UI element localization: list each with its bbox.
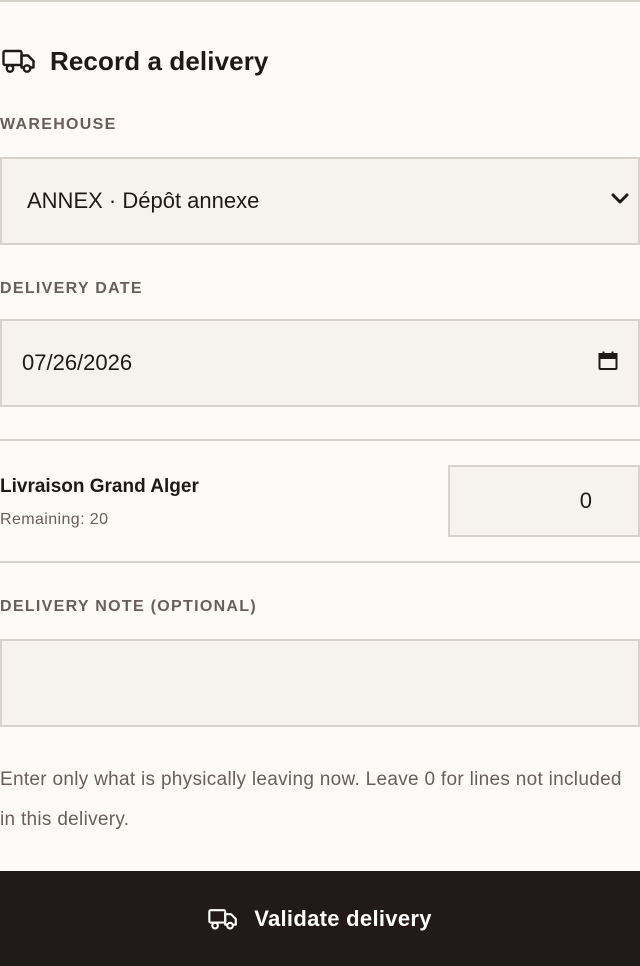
truck-icon bbox=[2, 44, 36, 78]
delivery-date-input[interactable]: 07/26/2026 bbox=[0, 319, 640, 407]
chevron-down-icon bbox=[610, 192, 630, 211]
delivery-date-label: DELIVERY DATE bbox=[0, 280, 143, 297]
delivery-hint-text: Enter only what is physically leaving no… bbox=[0, 769, 622, 830]
truck-icon bbox=[208, 907, 238, 931]
delivery-note-input[interactable] bbox=[0, 639, 640, 727]
line-item-name: Livraison Grand Alger bbox=[0, 476, 199, 497]
section-divider bbox=[0, 561, 640, 563]
validate-delivery-button[interactable]: Validate delivery bbox=[0, 871, 640, 966]
validate-delivery-label: Validate delivery bbox=[254, 905, 432, 931]
warehouse-selected-value: ANNEX · Dépôt annexe bbox=[27, 188, 260, 213]
line-item-remaining: Remaining: 20 bbox=[0, 511, 109, 528]
form-title: Record a delivery bbox=[50, 45, 269, 76]
line-item-quantity-input[interactable]: 0 bbox=[448, 465, 640, 537]
delivery-date-value: 07/26/2026 bbox=[22, 350, 133, 375]
delivery-note-label: DELIVERY NOTE (OPTIONAL) bbox=[0, 598, 257, 615]
calendar-icon[interactable] bbox=[598, 351, 618, 376]
record-delivery-form: Record a delivery WAREHOUSE ANNEX · Dépô… bbox=[0, 0, 640, 966]
section-divider bbox=[0, 439, 640, 441]
form-heading: Record a delivery bbox=[2, 44, 268, 78]
warehouse-select[interactable]: ANNEX · Dépôt annexe bbox=[0, 157, 640, 245]
warehouse-label: WAREHOUSE bbox=[0, 116, 117, 133]
top-divider bbox=[0, 0, 640, 2]
